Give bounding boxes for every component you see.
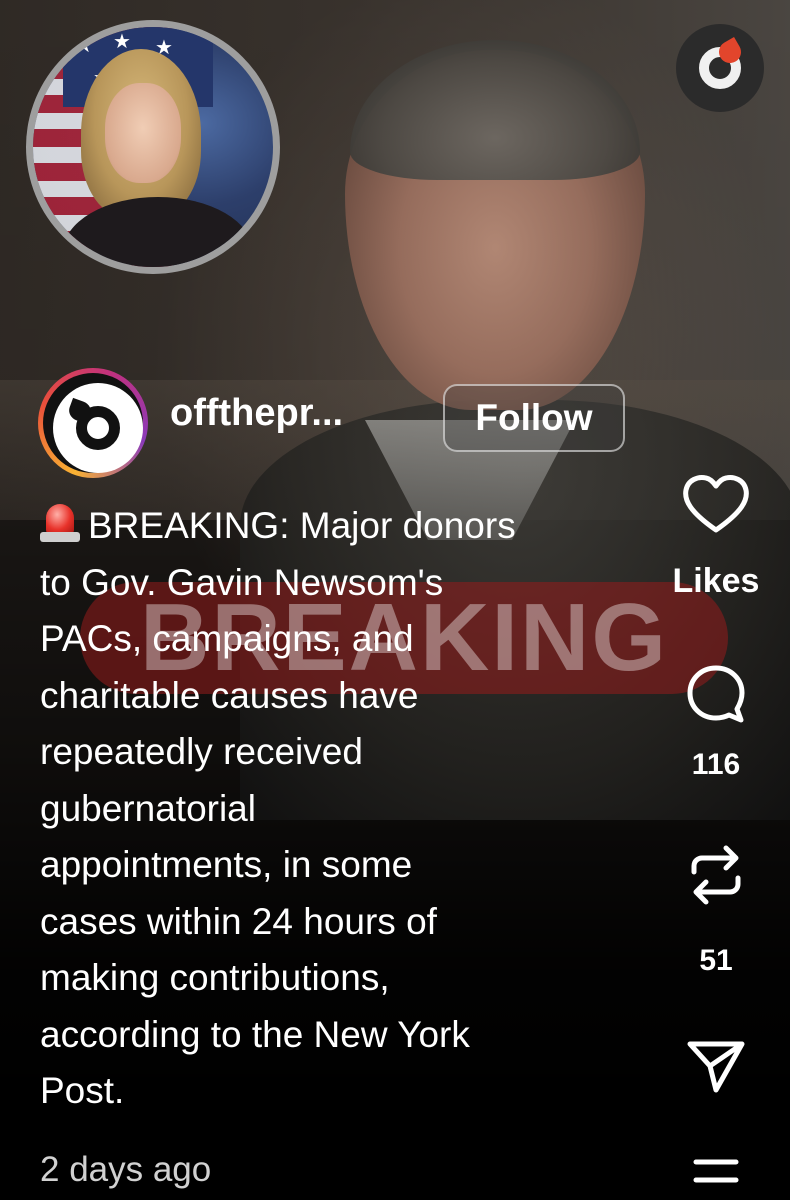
woman-face — [105, 83, 181, 183]
post-caption[interactable]: BREAKING: Major donors to Gov. Gavin New… — [40, 498, 660, 1120]
flame-icon — [66, 397, 94, 425]
inset-photo: ★ ★ ★ ★ ★ — [26, 20, 280, 274]
post-timestamp: 2 days ago — [40, 1150, 212, 1189]
brand-logo-icon — [676, 24, 764, 112]
caption-line: to Gov. Gavin Newsom's — [40, 561, 444, 603]
comment-bubble-icon[interactable] — [684, 662, 748, 726]
reel-viewer: BREAKING ★ ★ ★ ★ ★ — [0, 0, 790, 1200]
caption-line: charitable causes have — [40, 674, 419, 716]
inset-photo-image: ★ ★ ★ ★ ★ — [33, 27, 273, 267]
comment-count: 116 — [691, 748, 741, 781]
siren-emoji-icon — [40, 500, 80, 544]
likes-label[interactable]: Likes — [646, 562, 786, 601]
account-avatar[interactable] — [38, 368, 148, 478]
flame-icon — [714, 36, 746, 68]
account-logo-icon — [53, 383, 143, 473]
caption-line: BREAKING: Major donors — [40, 498, 660, 555]
repost-count: 51 — [699, 944, 733, 977]
logo-ring — [699, 36, 746, 89]
account-username[interactable]: offthepr... — [170, 392, 343, 435]
follow-button[interactable]: Follow — [443, 384, 625, 452]
menu-lines-icon[interactable] — [690, 1156, 742, 1186]
caption-line: making contributions, — [40, 957, 390, 998]
repost-arrows-icon[interactable] — [684, 842, 748, 908]
caption-line: PACs, campaigns, and — [40, 618, 414, 659]
caption-line: repeatedly received — [40, 731, 363, 772]
paper-plane-icon[interactable] — [684, 1036, 748, 1096]
heart-icon[interactable] — [680, 472, 752, 536]
caption-line: according to the New York — [40, 1013, 470, 1055]
caption-line: appointments, in some — [40, 844, 413, 885]
star-icon: ★ — [75, 35, 93, 57]
caption-line: Post. — [40, 1070, 125, 1111]
caption-line: gubernatorial — [40, 787, 256, 829]
caption-line: cases within 24 hours of — [40, 900, 437, 942]
